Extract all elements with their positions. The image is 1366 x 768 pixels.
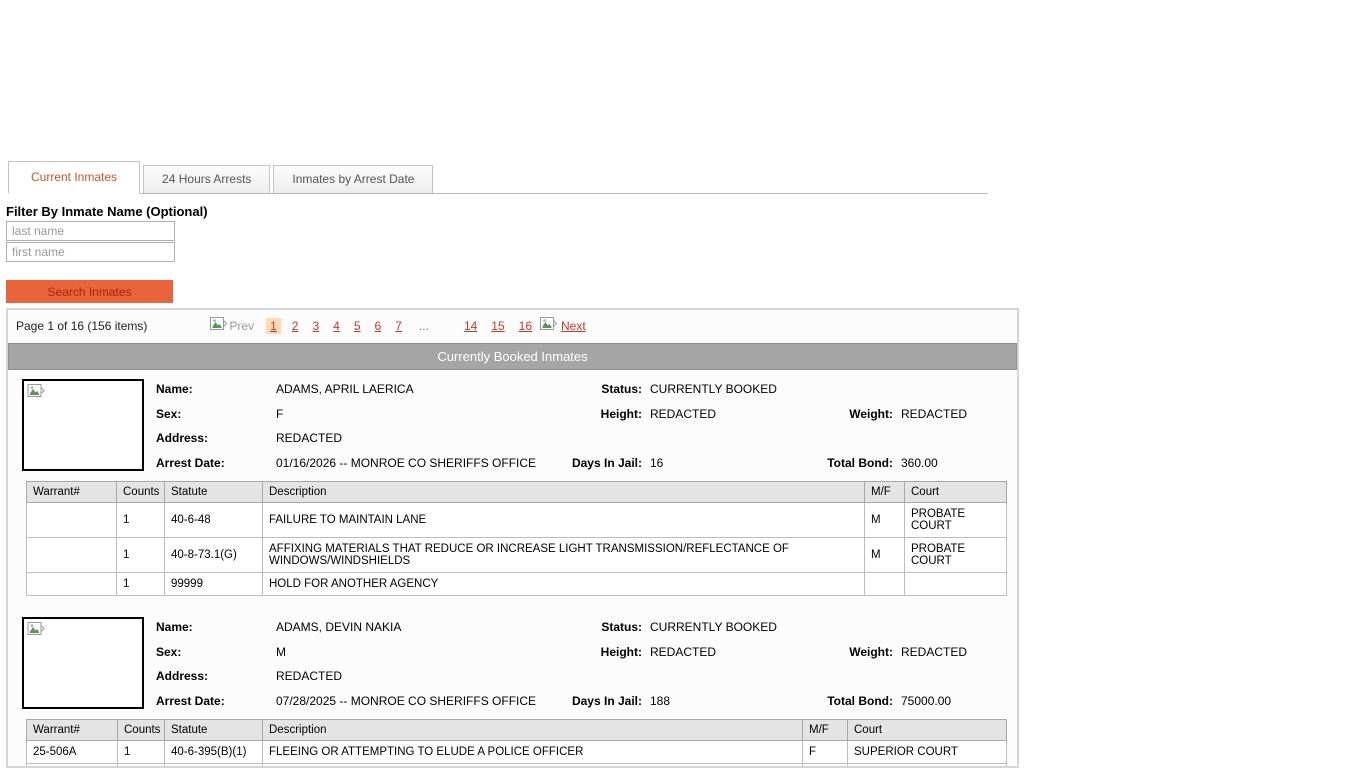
address-label: Address: <box>156 431 268 445</box>
broken-image-icon <box>209 316 228 336</box>
inmate-record: Name: ADAMS, APRIL LAERICA Status: CURRE… <box>8 370 1017 477</box>
page-link-3[interactable]: 3 <box>312 319 319 333</box>
first-name-input[interactable] <box>6 242 175 262</box>
height-value: REDACTED <box>642 645 808 659</box>
tab-current-inmates[interactable]: Current Inmates <box>8 161 140 194</box>
tab-24-hours-arrests[interactable]: 24 Hours Arrests <box>143 165 270 193</box>
total-bond-label: Total Bond: <box>808 694 893 708</box>
col-counts: Counts <box>118 720 165 741</box>
page-ellipsis: ... <box>419 319 429 333</box>
status-label: Status: <box>554 382 642 396</box>
inmate-photo <box>22 617 144 709</box>
name-value: ADAMS, DEVIN NAKIA <box>268 620 554 634</box>
broken-image-icon <box>26 387 46 404</box>
total-bond-value: 360.00 <box>893 456 1009 470</box>
warrants-header-row: Warrant# Counts Statute Description M/F … <box>27 482 1007 503</box>
warrant-row: 25-506A 1 40-6-395(B)(1) FLEEING OR ATTE… <box>27 741 1007 764</box>
inmate-photo <box>22 379 144 471</box>
status-value: CURRENTLY BOOKED <box>642 382 808 396</box>
sex-value: F <box>268 407 554 421</box>
results-panel: Page 1 of 16 (156 items) Prev 1 2 3 4 5 … <box>6 308 1019 768</box>
days-in-jail-value: 188 <box>642 694 808 708</box>
tab-strip: Current Inmates 24 Hours Arrests Inmates… <box>8 161 988 194</box>
total-bond-value: 75000.00 <box>893 694 1009 708</box>
current-page-number[interactable]: 1 <box>266 318 281 334</box>
next-page-link[interactable]: Next <box>561 319 586 333</box>
prev-page-link[interactable]: Prev <box>229 319 254 333</box>
col-statute: Statute <box>165 720 263 741</box>
tab-inmates-by-arrest-date[interactable]: Inmates by Arrest Date <box>273 165 433 193</box>
days-in-jail-value: 16 <box>642 456 808 470</box>
status-label: Status: <box>554 620 642 634</box>
col-court: Court <box>848 720 1007 741</box>
warrants-table: Warrant# Counts Statute Description M/F … <box>26 719 1007 768</box>
page-link-4[interactable]: 4 <box>333 319 340 333</box>
inmate-fields: Name: ADAMS, APRIL LAERICA Status: CURRE… <box>156 377 1009 475</box>
days-in-jail-label: Days In Jail: <box>554 456 642 470</box>
col-warrant: Warrant# <box>27 482 117 503</box>
page-link-5[interactable]: 5 <box>354 319 361 333</box>
pagination-bar: Page 1 of 16 (156 items) Prev 1 2 3 4 5 … <box>8 310 1017 343</box>
arrest-date-value: 01/16/2026 -- MONROE CO SHERIFFS OFFICE <box>268 456 554 470</box>
list-header: Currently Booked Inmates <box>8 343 1017 370</box>
col-mf: M/F <box>865 482 905 503</box>
broken-image-icon <box>539 316 558 336</box>
weight-label: Weight: <box>808 645 893 659</box>
broken-image-icon <box>26 625 46 642</box>
arrest-date-label: Arrest Date: <box>156 694 268 708</box>
inmate-fields: Name: ADAMS, DEVIN NAKIA Status: CURRENT… <box>156 615 1009 713</box>
col-statute: Statute <box>165 482 263 503</box>
col-warrant: Warrant# <box>27 720 118 741</box>
total-bond-label: Total Bond: <box>808 456 893 470</box>
weight-value: REDACTED <box>893 645 1009 659</box>
height-value: REDACTED <box>642 407 808 421</box>
sex-label: Sex: <box>156 645 268 659</box>
warrants-header-row: Warrant# Counts Statute Description M/F … <box>27 720 1007 741</box>
warrant-row: 1 40-8-73.1(G) AFFIXING MATERIALS THAT R… <box>27 538 1007 573</box>
height-label: Height: <box>554 407 642 421</box>
filter-title: Filter By Inmate Name (Optional) <box>6 204 208 219</box>
page-link-14[interactable]: 14 <box>464 319 477 333</box>
height-label: Height: <box>554 645 642 659</box>
weight-value: REDACTED <box>893 407 1009 421</box>
page-link-6[interactable]: 6 <box>375 319 382 333</box>
page-link-16[interactable]: 16 <box>519 319 532 333</box>
col-court: Court <box>905 482 1007 503</box>
search-inmates-button[interactable]: Search Inmates <box>6 280 173 303</box>
last-name-input[interactable] <box>6 221 175 241</box>
address-value: REDACTED <box>268 431 554 445</box>
name-label: Name: <box>156 620 268 634</box>
name-value: ADAMS, APRIL LAERICA <box>268 382 554 396</box>
days-in-jail-label: Days In Jail: <box>554 694 642 708</box>
col-description: Description <box>263 720 803 741</box>
page-summary: Page 1 of 16 (156 items) <box>16 319 147 333</box>
col-description: Description <box>263 482 865 503</box>
sex-value: M <box>268 645 554 659</box>
inmate-record: Name: ADAMS, DEVIN NAKIA Status: CURRENT… <box>8 608 1017 715</box>
page-link-2[interactable]: 2 <box>292 319 299 333</box>
warrant-row: 1 40-6-48 FAILURE TO MAINTAIN LANE M PRO… <box>27 503 1007 538</box>
address-label: Address: <box>156 669 268 683</box>
warrant-row: 1 99999 HOLD FOR ANOTHER AGENCY <box>27 573 1007 596</box>
col-mf: M/F <box>803 720 848 741</box>
arrest-date-value: 07/28/2025 -- MONROE CO SHERIFFS OFFICE <box>268 694 554 708</box>
arrest-date-label: Arrest Date: <box>156 456 268 470</box>
warrant-row: 25-506A 1 16-10-24(A) OBSTRUCTION OF A L… <box>27 764 1007 768</box>
address-value: REDACTED <box>268 669 554 683</box>
warrants-table: Warrant# Counts Statute Description M/F … <box>26 481 1007 596</box>
col-counts: Counts <box>117 482 165 503</box>
page-link-15[interactable]: 15 <box>491 319 504 333</box>
status-value: CURRENTLY BOOKED <box>642 620 808 634</box>
name-label: Name: <box>156 382 268 396</box>
weight-label: Weight: <box>808 407 893 421</box>
page-link-7[interactable]: 7 <box>395 319 402 333</box>
sex-label: Sex: <box>156 407 268 421</box>
